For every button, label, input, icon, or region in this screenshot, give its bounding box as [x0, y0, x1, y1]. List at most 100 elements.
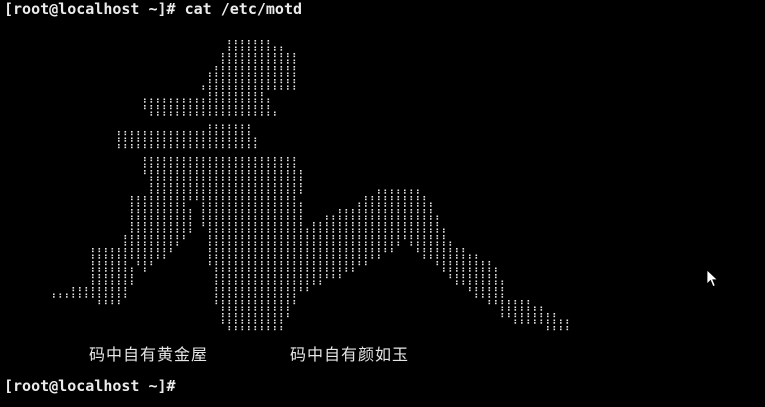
- art-dot: [384, 211, 387, 214]
- art-dot: [241, 81, 244, 84]
- art-dot: [475, 274, 478, 276]
- art-dot: [176, 172, 179, 175]
- art-dot: [157, 172, 159, 175]
- art-dot: [371, 248, 374, 250]
- art-dot: [241, 302, 244, 305]
- art-dot: [118, 248, 120, 250]
- art-dot: [124, 137, 127, 140]
- art-dot: [189, 215, 192, 218]
- art-dot: [209, 163, 211, 166]
- art-dot: [436, 250, 439, 253]
- art-dot: [488, 270, 491, 272]
- art-dot: [501, 283, 504, 285]
- art-dot: [508, 309, 510, 311]
- art-dot: [228, 66, 231, 68]
- art-dot: [66, 293, 68, 296]
- terminal-window[interactable]: [root@localhost ~]# cat /etc/motd 码中自有黄金…: [0, 0, 765, 407]
- art-dot: [300, 202, 302, 205]
- art-dot: [423, 211, 426, 214]
- art-dot: [267, 235, 270, 237]
- art-dot: [124, 270, 127, 272]
- art-dot: [313, 274, 315, 276]
- art-dot: [235, 231, 237, 233]
- art-dot: [300, 172, 302, 175]
- art-dot: [92, 296, 94, 298]
- art-dot: [235, 192, 237, 194]
- art-dot: [235, 49, 237, 51]
- art-dot: [410, 211, 413, 214]
- art-dot: [287, 172, 289, 175]
- art-dot: [261, 72, 263, 75]
- art-dot: [306, 254, 309, 257]
- art-dot: [261, 81, 263, 84]
- art-dot: [241, 270, 244, 272]
- art-dot: [241, 300, 244, 302]
- art-dot: [248, 287, 250, 289]
- art-dot: [222, 261, 224, 263]
- art-dot: [274, 68, 276, 71]
- art-dot: [209, 157, 211, 159]
- art-dot: [391, 228, 393, 231]
- art-dot: [248, 296, 250, 298]
- art-dot: [235, 144, 237, 146]
- art-dot: [293, 302, 296, 305]
- art-dot: [495, 267, 497, 270]
- mouse-pointer-icon: [706, 269, 719, 288]
- art-dot: [66, 296, 68, 298]
- art-dot: [358, 237, 361, 240]
- art-dot: [248, 300, 250, 302]
- art-dot: [326, 257, 328, 259]
- art-dot: [137, 222, 140, 224]
- art-dot: [241, 75, 244, 77]
- art-dot: [228, 124, 231, 127]
- art-dot: [261, 319, 263, 322]
- art-dot: [280, 315, 283, 318]
- art-dot: [183, 224, 185, 227]
- art-dot: [254, 315, 257, 318]
- art-dot: [118, 140, 120, 142]
- art-dot: [287, 85, 289, 88]
- art-dot: [248, 280, 250, 283]
- art-dot: [118, 289, 120, 292]
- art-dot: [111, 250, 114, 253]
- art-dot: [482, 287, 484, 289]
- art-dot: [384, 228, 387, 231]
- art-dot: [235, 280, 237, 283]
- art-dot: [248, 319, 250, 322]
- art-dot: [254, 241, 257, 244]
- art-dot: [501, 315, 504, 318]
- art-dot: [137, 228, 140, 231]
- art-dot: [345, 270, 348, 272]
- art-dot: [144, 140, 146, 142]
- art-dot: [527, 300, 530, 302]
- terminal-line-2[interactable]: [root@localhost ~]#: [4, 377, 176, 395]
- art-dot: [261, 92, 263, 94]
- art-dot: [339, 248, 341, 250]
- art-dot: [163, 244, 166, 246]
- art-dot: [124, 283, 127, 285]
- art-dot: [339, 241, 341, 244]
- art-dot: [274, 267, 276, 270]
- art-dot: [228, 289, 231, 292]
- art-dot: [482, 296, 484, 298]
- art-dot: [261, 62, 263, 64]
- art-dot: [274, 313, 276, 315]
- art-dot: [280, 185, 283, 188]
- art-dot: [144, 224, 146, 227]
- art-dot: [72, 289, 75, 292]
- art-dot: [183, 231, 185, 233]
- art-dot: [287, 235, 289, 237]
- art-dot: [163, 163, 166, 166]
- art-dot: [235, 211, 237, 214]
- art-dot: [170, 111, 172, 114]
- art-dot: [397, 189, 400, 192]
- art-dot: [319, 241, 322, 244]
- art-dot: [423, 254, 426, 257]
- art-dot: [287, 211, 289, 214]
- art-dot: [261, 105, 263, 107]
- art-dot: [235, 244, 237, 246]
- art-dot: [449, 276, 452, 279]
- art-dot: [248, 72, 250, 75]
- art-dot: [332, 276, 335, 279]
- art-dot: [267, 59, 270, 62]
